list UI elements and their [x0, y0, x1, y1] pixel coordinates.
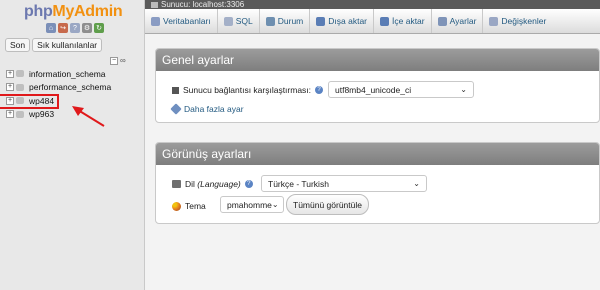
settings-icon — [437, 16, 447, 26]
database-icon — [16, 83, 24, 91]
pointer-arrow-icon — [72, 106, 105, 127]
main-menu: Veritabanları SQL Durum Dışa aktar İçe a… — [145, 9, 600, 34]
status-icon — [265, 16, 275, 26]
highlight-box — [0, 94, 59, 109]
chevron-down-icon: ⌄ — [460, 85, 467, 94]
menu-status[interactable]: Durum — [260, 9, 311, 33]
tree-item-information-schema[interactable]: + information_schema — [6, 67, 111, 81]
menu-export[interactable]: Dışa aktar — [310, 9, 375, 33]
theme-value: pmahomme — [227, 199, 272, 210]
phpmyadmin-logo[interactable]: phpMyAdmin — [24, 3, 123, 21]
database-icon — [16, 70, 24, 78]
collation-value: utf8mb4_unicode_ci — [335, 84, 412, 95]
menu-sql[interactable]: SQL — [218, 9, 260, 33]
database-icon — [16, 110, 24, 118]
import-icon — [380, 16, 390, 26]
theme-row: Tema — [172, 201, 206, 211]
exit-icon[interactable]: ↪ — [58, 23, 68, 33]
wrench-icon — [170, 103, 182, 115]
menu-settings[interactable]: Ayarlar — [432, 9, 484, 33]
link-icon[interactable]: ∞ — [120, 56, 126, 65]
databases-icon — [151, 16, 160, 26]
server-icon — [151, 1, 158, 8]
docs-icon[interactable]: ? — [70, 23, 80, 33]
tab-recent[interactable]: Son — [5, 38, 31, 52]
menu-label: Dışa aktar — [328, 16, 368, 26]
theme-select[interactable]: pmahomme ⌄ — [220, 196, 284, 213]
navigation-panel: phpMyAdmin ⌂ ↪ ? ⚙ ↻ Son Sık kullanılanl… — [0, 0, 145, 290]
tree-controls: − ∞ — [110, 56, 126, 65]
expand-icon[interactable]: + — [6, 69, 14, 78]
view-all-button[interactable]: Tümünü görüntüle — [286, 194, 369, 215]
reload-icon[interactable]: ↻ — [94, 23, 104, 33]
content-gutter — [145, 34, 155, 290]
more-settings-row: Daha fazla ayar — [170, 103, 244, 115]
language-icon — [172, 180, 181, 188]
home-icon[interactable]: ⌂ — [46, 23, 56, 33]
collapse-all-icon[interactable]: − — [110, 56, 118, 65]
expand-icon[interactable]: + — [6, 110, 14, 119]
sql-icon — [223, 16, 233, 26]
help-icon[interactable]: ? — [315, 86, 324, 94]
panel-title: Görünüş ayarları — [156, 143, 599, 165]
nav-icon-bar: ⌂ ↪ ? ⚙ ↻ — [46, 23, 104, 33]
expand-icon[interactable]: + — [6, 83, 14, 92]
export-icon — [316, 16, 326, 26]
language-row: Dil (Language) ? — [172, 179, 253, 189]
collation-label: Sunucu bağlantısı karşılaştırması: — [183, 85, 312, 95]
theme-label: Tema — [185, 201, 206, 211]
settings-icon[interactable]: ⚙ — [82, 23, 92, 33]
more-settings-link[interactable]: Daha fazla ayar — [184, 104, 244, 114]
menu-import[interactable]: İçe aktar — [374, 9, 432, 33]
database-name[interactable]: wp963 — [29, 109, 54, 119]
tab-favorites[interactable]: Sık kullanılanlar — [32, 38, 103, 52]
language-value: Türkçe - Turkish — [268, 178, 329, 189]
menu-label: Ayarlar — [449, 16, 477, 26]
variables-icon — [489, 16, 499, 26]
chevron-down-icon: ⌄ — [271, 200, 279, 209]
tree-item-performance-schema[interactable]: + performance_schema — [6, 81, 111, 95]
menu-label: Veritabanları — [163, 16, 211, 26]
menu-label: SQL — [235, 16, 253, 26]
chevron-down-icon: ⌄ — [413, 179, 420, 188]
appearance-settings-panel: Görünüş ayarları Dil (Language) ? Türkçe… — [155, 142, 600, 224]
menu-label: İçe aktar — [392, 16, 425, 26]
server-icon — [172, 86, 179, 94]
palette-icon — [172, 201, 181, 211]
menu-databases[interactable]: Veritabanları — [145, 9, 218, 33]
help-icon[interactable]: ? — [244, 180, 253, 188]
database-name[interactable]: performance_schema — [29, 82, 111, 92]
menu-label: Değişkenler — [501, 16, 547, 26]
menu-variables[interactable]: Değişkenler — [483, 9, 552, 33]
database-name[interactable]: information_schema — [29, 69, 106, 79]
panel-title: Genel ayarlar — [156, 49, 599, 71]
language-select[interactable]: Türkçe - Turkish ⌄ — [261, 175, 427, 192]
collation-select[interactable]: utf8mb4_unicode_ci ⌄ — [328, 81, 474, 98]
server-label[interactable]: Sunucu: localhost:3306 — [161, 0, 244, 9]
general-settings-panel: Genel ayarlar Sunucu bağlantısı karşılaş… — [155, 48, 600, 123]
menu-label: Durum — [277, 16, 304, 26]
collation-row: Sunucu bağlantısı karşılaştırması: ? — [172, 85, 324, 95]
nav-tabs: Son Sık kullanılanlar — [5, 38, 103, 52]
language-label: Dil (Language) — [185, 179, 241, 189]
server-breadcrumb: Sunucu: localhost:3306 — [145, 0, 600, 9]
